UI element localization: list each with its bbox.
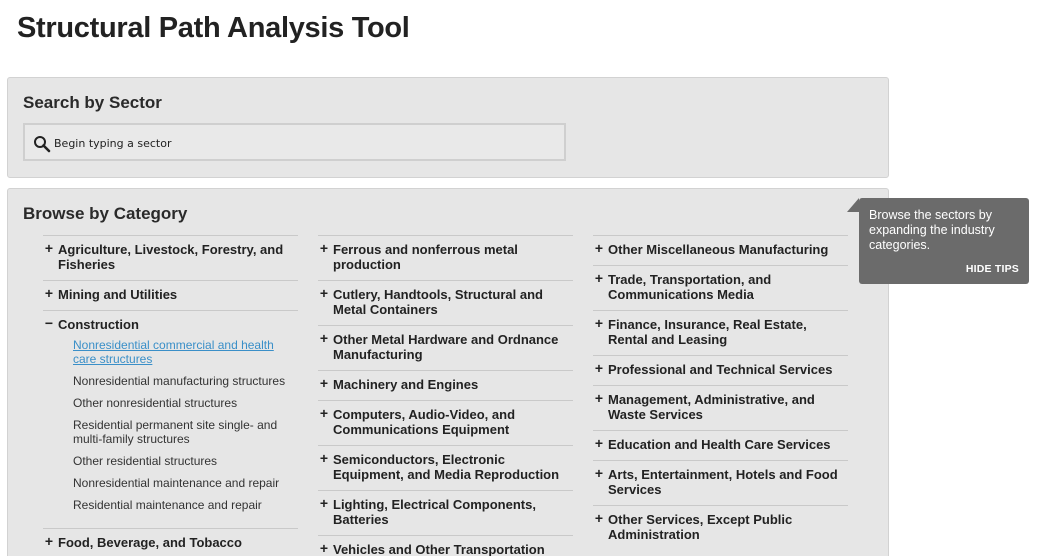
subsector-link[interactable]: Other residential structures [73,454,298,468]
category-label: Food, Beverage, and Tobacco [58,535,242,550]
category-item[interactable]: + Education and Health Care Services [593,430,848,460]
expand-icon[interactable]: + [318,406,330,421]
category-item[interactable]: + Other Miscellaneous Manufacturing [593,235,848,265]
search-panel: Search by Sector [7,77,889,178]
category-label: Professional and Technical Services [608,362,833,377]
category-label: Other Miscellaneous Manufacturing [608,242,829,257]
category-column-2: + Ferrous and nonferrous metal production… [318,235,573,556]
category-label: Other Services, Except Public Administra… [608,512,793,542]
expand-icon[interactable]: + [593,436,605,451]
search-box[interactable] [23,123,566,161]
subsector-link-active[interactable]: Nonresidential commercial and health car… [73,338,298,366]
expand-icon[interactable]: + [318,286,330,301]
category-label: Agriculture, Livestock, Forestry, and Fi… [58,242,284,272]
category-label: Ferrous and nonferrous metal production [333,242,518,272]
expand-icon[interactable]: + [318,496,330,511]
expand-icon[interactable]: + [43,286,55,301]
search-heading: Search by Sector [23,93,162,112]
category-label: Other Metal Hardware and Ordnance Manufa… [333,332,559,362]
expand-icon[interactable]: + [318,331,330,346]
category-label: Vehicles and Other Transportation [333,542,545,556]
category-item[interactable]: + Computers, Audio-Video, and Communicati… [318,400,573,445]
search-icon [34,136,51,153]
category-item[interactable]: − Construction Nonresidential commercial a… [43,310,298,528]
category-item[interactable]: + Professional and Technical Services [593,355,848,385]
expand-icon[interactable]: + [593,391,605,406]
subsector-link[interactable]: Residential permanent site single- and m… [73,418,298,446]
category-item[interactable]: + Machinery and Engines [318,370,573,400]
category-label: Trade, Transportation, and Communication… [608,272,772,302]
category-item[interactable]: + Semiconductors, Electronic Equipment, a… [318,445,573,490]
category-item[interactable]: + Arts, Entertainment, Hotels and Food Se… [593,460,848,505]
category-item[interactable]: + Vehicles and Other Transportation [318,535,573,556]
category-item[interactable]: + Management, Administrative, and Waste S… [593,385,848,430]
category-label: Lighting, Electrical Components, Batteri… [333,497,536,527]
category-item[interactable]: + Food, Beverage, and Tobacco [43,528,298,556]
category-item[interactable]: + Finance, Insurance, Real Estate, Rental… [593,310,848,355]
hide-tips-button[interactable]: HIDE TIPS [966,263,1019,275]
tooltip-arrow [847,198,859,212]
category-label: Mining and Utilities [58,287,178,302]
expand-icon[interactable]: + [593,361,605,376]
tip-text: Browse the sectors by expanding the indu… [869,208,995,252]
page-title: Structural Path Analysis Tool [17,12,410,44]
category-label: Cutlery, Handtools, Structural and Metal… [333,287,543,317]
category-item[interactable]: + Lighting, Electrical Components, Batter… [318,490,573,535]
tips-tooltip: Browse the sectors by expanding the indu… [847,198,1029,284]
collapse-icon[interactable]: − [43,316,55,331]
category-item[interactable]: + Trade, Transportation, and Communicatio… [593,265,848,310]
category-label: Semiconductors, Electronic Equipment, an… [333,452,560,482]
subsector-link[interactable]: Nonresidential maintenance and repair [73,476,298,490]
category-label: Education and Health Care Services [608,437,831,452]
browse-heading: Browse by Category [23,204,188,223]
subsector-link[interactable]: Other nonresidential structures [73,396,298,410]
category-label: Construction [58,317,139,332]
category-label: Finance, Insurance, Real Estate, Rental … [608,317,807,347]
expand-icon[interactable]: + [593,271,605,286]
expand-icon[interactable]: + [43,241,55,256]
subsector-link[interactable]: Residential maintenance and repair [73,498,298,512]
expand-icon[interactable]: + [318,376,330,391]
category-item[interactable]: + Other Services, Except Public Administr… [593,505,848,550]
browse-panel: Browse by Category + Agriculture, Livesto… [7,188,889,556]
expand-icon[interactable]: + [593,511,605,526]
expand-icon[interactable]: + [43,534,55,549]
category-label: Machinery and Engines [333,377,479,392]
category-label: Computers, Audio-Video, and Communicatio… [333,407,516,437]
category-item[interactable]: + Cutlery, Handtools, Structural and Meta… [318,280,573,325]
search-input[interactable] [54,133,554,153]
category-item[interactable]: + Other Metal Hardware and Ordnance Manuf… [318,325,573,370]
category-column-3: + Other Miscellaneous Manufacturing + Trade… [593,235,848,550]
category-item[interactable]: + Mining and Utilities [43,280,298,310]
expand-icon[interactable]: + [318,241,330,256]
expand-icon[interactable]: + [593,466,605,481]
expand-icon[interactable]: + [318,541,330,556]
subsector-list: Nonresidential commercial and health car… [58,332,298,512]
category-label: Management, Administrative, and Waste Se… [608,392,815,422]
expand-icon[interactable]: + [318,451,330,466]
category-label: Arts, Entertainment, Hotels and Food Ser… [608,467,838,497]
expand-icon[interactable]: + [593,241,605,256]
category-item[interactable]: + Ferrous and nonferrous metal production [318,235,573,280]
category-column-1: + Agriculture, Livestock, Forestry, and F… [43,235,298,556]
category-item[interactable]: + Agriculture, Livestock, Forestry, and F… [43,235,298,280]
subsector-link[interactable]: Nonresidential manufacturing structures [73,374,298,388]
expand-icon[interactable]: + [593,316,605,331]
